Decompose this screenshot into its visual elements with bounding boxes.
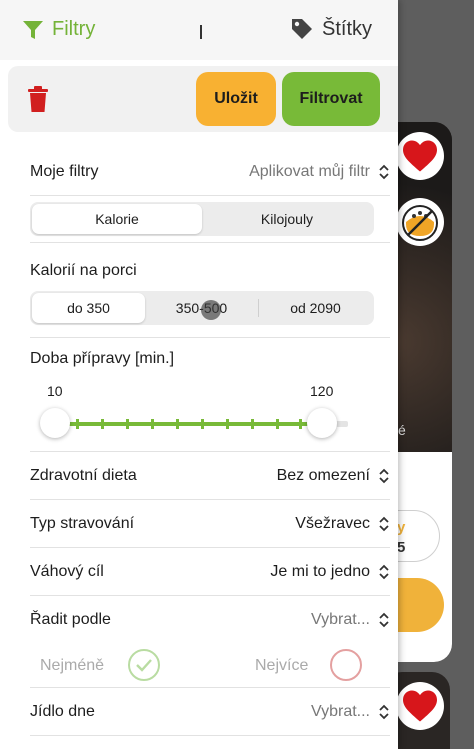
health-diet-value: Bez omezení	[276, 466, 370, 484]
segment-from-2090[interactable]: od 2090	[259, 293, 372, 323]
slider-tick	[251, 419, 254, 429]
weight-goal-value: Je mi to jedno	[270, 562, 370, 580]
sort-least-label: Nejméně	[40, 657, 105, 674]
heart-icon[interactable]	[396, 132, 444, 180]
prep-time-max-value: 120	[310, 383, 334, 399]
chevron-updown-icon	[379, 468, 389, 483]
prep-time-min-value: 10	[47, 383, 63, 399]
my-filters-label: Moje filtry	[30, 162, 99, 180]
meal-of-day-label: Jídlo dne	[30, 702, 95, 720]
tab-filters[interactable]: Filtry	[22, 18, 95, 41]
sort-by-label: Řadit podle	[30, 611, 111, 628]
trash-icon[interactable]	[28, 86, 48, 117]
meal-of-day-value: Vybrat...	[311, 702, 370, 720]
filter-icon	[23, 20, 43, 39]
chevron-updown-icon	[379, 612, 389, 628]
my-filters-select[interactable]: Aplikovat můj filtr	[249, 163, 390, 181]
save-button[interactable]: Uložit	[196, 72, 276, 126]
pill-top-text: y	[397, 519, 406, 536]
slider-tick	[299, 419, 302, 429]
slider-tick	[101, 419, 104, 429]
energy-unit-segmented: Kalorie Kilojouly	[30, 202, 374, 236]
slider-tick	[226, 419, 229, 429]
chevron-updown-icon	[379, 564, 389, 579]
health-diet-select[interactable]: Bez omezení	[277, 467, 390, 485]
health-diet-row[interactable]: Zdravotní dieta Bez omezení	[30, 452, 390, 500]
slider-tick	[76, 419, 79, 429]
segment-up-to-350[interactable]: do 350	[32, 293, 145, 323]
slider-tick	[201, 419, 204, 429]
check-icon[interactable]	[128, 649, 160, 681]
meal-of-day-select[interactable]: Vybrat...	[311, 703, 390, 721]
prep-time-max-handle[interactable]	[307, 408, 337, 438]
prep-time-slider-track[interactable]	[56, 422, 322, 426]
tab-tags-label: Štítky	[322, 17, 373, 40]
weight-goal-row[interactable]: Váhový cíl Je mi to jedno	[30, 548, 390, 596]
slider-tick	[176, 419, 179, 429]
slider-tick	[126, 419, 129, 429]
tag-icon	[292, 19, 312, 39]
my-filters-value: Aplikovat můj filtr	[249, 162, 370, 180]
meal-of-day-row[interactable]: Jídlo dne Vybrat...	[30, 688, 390, 736]
segment-calories[interactable]: Kalorie	[32, 204, 202, 234]
sort-most-label: Nejvíce	[255, 657, 309, 674]
eating-type-label: Typ stravování	[30, 514, 135, 532]
touch-indicator	[201, 300, 221, 320]
action-bar: Uložit Filtrovat	[8, 66, 398, 132]
chevron-updown-icon	[379, 164, 389, 179]
divider	[30, 337, 390, 338]
segment-kilojoules[interactable]: Kilojouly	[202, 204, 372, 234]
sort-by-select[interactable]: Vybrat...	[311, 611, 390, 629]
slider-tick	[151, 419, 154, 429]
my-filters-row[interactable]: Moje filtry Aplikovat můj filtr	[30, 148, 390, 196]
panel-tabs: Filtry Štítky	[0, 0, 398, 60]
pill-bottom-text: 5	[397, 539, 406, 556]
slider-tick	[276, 419, 279, 429]
weight-goal-select[interactable]: Je mi to jedno	[270, 563, 390, 581]
tab-filters-label: Filtry	[52, 18, 96, 40]
chevron-updown-icon	[379, 516, 389, 531]
heart-icon-2[interactable]	[396, 682, 444, 730]
prep-time-min-handle[interactable]	[40, 408, 70, 438]
no-rice-icon	[396, 198, 444, 246]
tab-tags[interactable]: Štítky	[290, 17, 372, 41]
calories-per-portion-label: Kalorií na porci	[30, 262, 137, 279]
sort-by-row[interactable]: Řadit podle Vybrat...	[30, 596, 390, 644]
eating-type-value: Všežravec	[295, 514, 370, 532]
circle-icon[interactable]	[330, 649, 362, 681]
slider-track-end	[336, 421, 348, 427]
sort-order-row: Nejméně Nejvíce	[30, 645, 390, 687]
tab-divider	[200, 25, 202, 39]
chevron-updown-icon	[379, 704, 389, 719]
weight-goal-label: Váhový cíl	[30, 562, 104, 580]
recipe-photo-text: é	[398, 422, 406, 438]
filter-panel: Filtry Štítky Uložit Filtrovat Moje filt…	[0, 0, 398, 749]
health-diet-label: Zdravotní dieta	[30, 466, 137, 484]
divider	[30, 242, 390, 243]
sort-by-value: Vybrat...	[311, 611, 370, 628]
eating-type-select[interactable]: Všežravec	[295, 515, 390, 533]
eating-type-row[interactable]: Typ stravování Všežravec	[30, 500, 390, 548]
prep-time-label: Doba přípravy [min.]	[30, 350, 175, 367]
filter-button[interactable]: Filtrovat	[282, 72, 380, 126]
